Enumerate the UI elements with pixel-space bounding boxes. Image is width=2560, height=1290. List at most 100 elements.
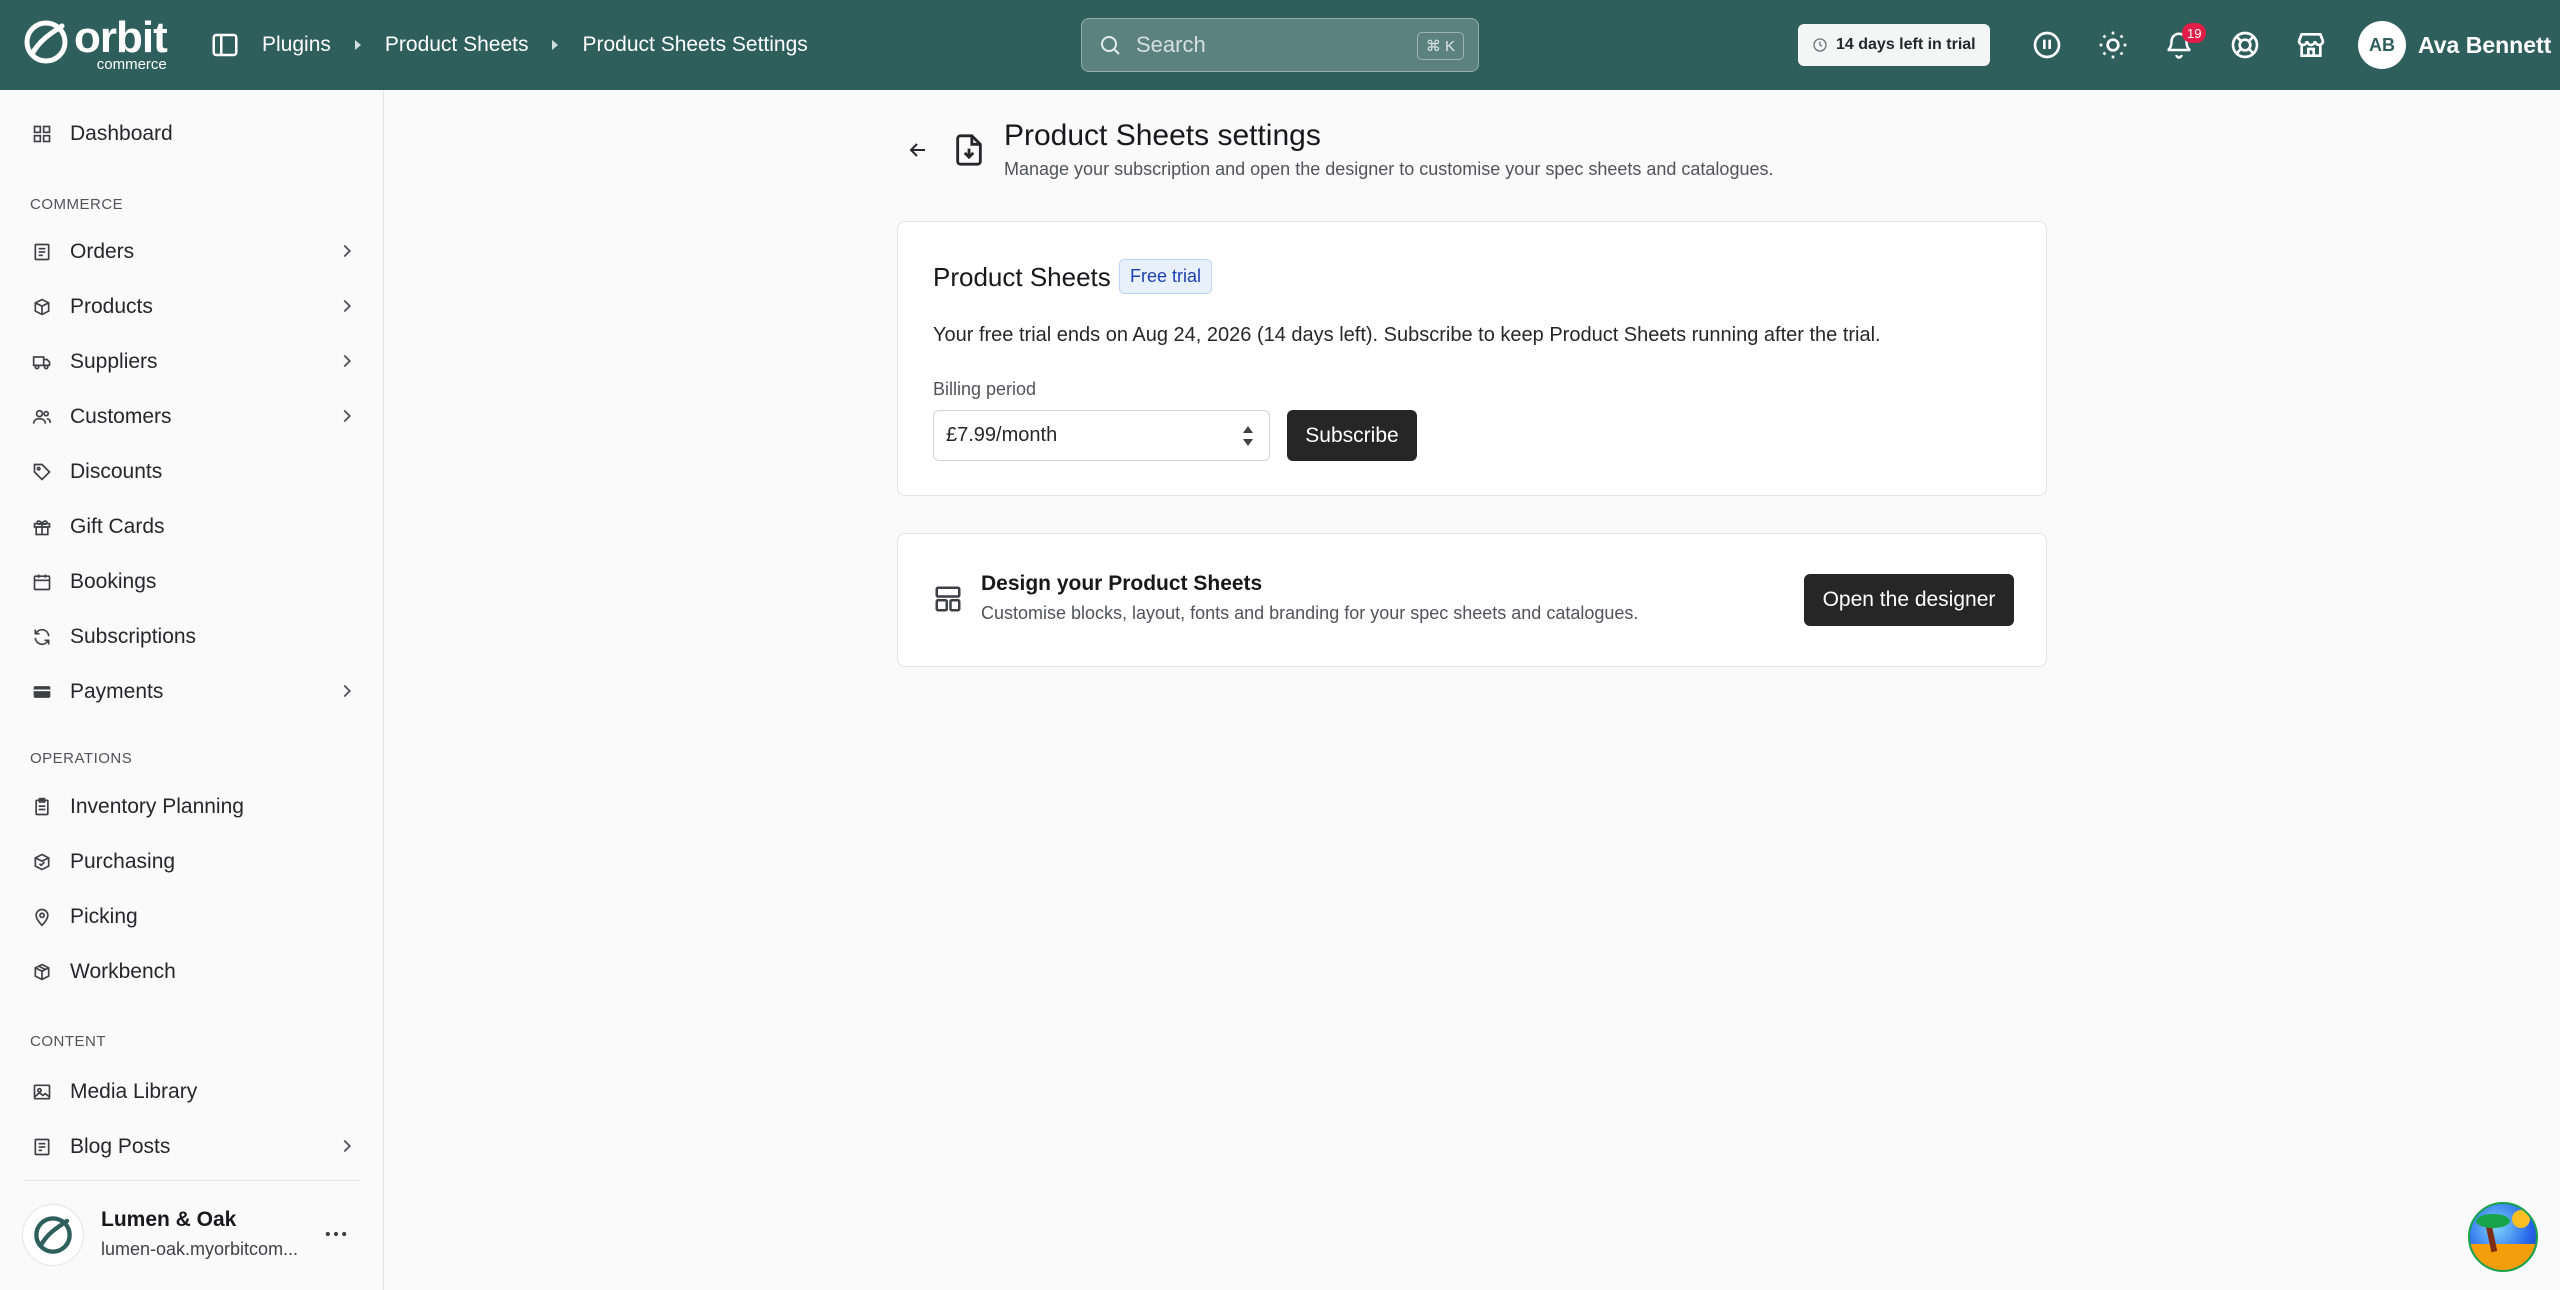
sidebar-item-dashboard[interactable]: Dashboard	[16, 110, 366, 158]
billing-period-value: £7.99/month	[946, 424, 1058, 446]
sidebar-toggle-button[interactable]	[208, 28, 242, 62]
truck-icon	[30, 350, 54, 374]
more-horizontal-icon	[325, 1231, 347, 1237]
sidebar-item-orders[interactable]: Orders	[16, 228, 366, 276]
subscribe-button[interactable]: Subscribe	[1287, 410, 1417, 461]
notifications-button[interactable]: 19	[2159, 23, 2207, 65]
alert-circle-icon	[2033, 31, 2061, 59]
notification-count-badge: 19	[2182, 23, 2207, 43]
breadcrumb-plugins[interactable]: Plugins	[262, 33, 331, 57]
sidebar-item-suppliers[interactable]: Suppliers	[16, 338, 366, 386]
trial-days-label: 14 days left in trial	[1836, 36, 1976, 53]
trial-info-text: Your free trial ends on Aug 24, 2026 (14…	[933, 324, 1881, 346]
sidebar-item-products[interactable]: Products	[16, 283, 366, 331]
sidebar-item-label: Bookings	[70, 570, 157, 593]
image-icon	[30, 1080, 54, 1104]
theme-toggle-button[interactable]	[2093, 25, 2133, 65]
assistant-sand-icon	[2470, 1244, 2536, 1270]
storefront-button[interactable]	[2291, 25, 2331, 65]
purchase-icon	[30, 850, 54, 874]
breadcrumb: Plugins Product Sheets Product Sheets Se…	[262, 0, 808, 90]
sidebar-item-inventory-planning[interactable]: Inventory Planning	[16, 783, 366, 831]
users-icon	[30, 405, 54, 429]
sidebar-item-label: Payments	[70, 680, 164, 703]
top-bar: orbit commerce Plugins Product Sheets Pr…	[0, 0, 2560, 90]
breadcrumb-separator-icon	[353, 39, 363, 51]
section-label-commerce: COMMERCE	[30, 196, 124, 213]
sidebar-item-blog-posts[interactable]: Blog Posts	[16, 1123, 366, 1171]
store-more-button[interactable]	[322, 1220, 350, 1253]
logo-subtext: commerce	[96, 56, 167, 73]
sidebar-item-label: Media Library	[70, 1080, 198, 1103]
gift-icon	[30, 515, 54, 539]
sidebar-item-purchasing[interactable]: Purchasing	[16, 838, 366, 886]
chevron-right-icon	[336, 405, 358, 427]
assistant-launcher-button[interactable]	[2468, 1202, 2538, 1272]
section-label-content: CONTENT	[30, 1033, 106, 1050]
sidebar-item-discounts[interactable]: Discounts	[16, 448, 366, 496]
sidebar-item-label: Products	[70, 295, 153, 318]
sidebar-item-customers[interactable]: Customers	[16, 393, 366, 441]
sidebar-item-payments[interactable]: Payments	[16, 668, 366, 716]
orders-icon	[30, 240, 54, 264]
sidebar-item-label: Blog Posts	[70, 1135, 171, 1158]
avatar: AB	[2358, 21, 2406, 69]
chevron-right-icon	[336, 1135, 358, 1157]
store-url: lumen-oak.myorbitcom...	[101, 1239, 299, 1259]
orbit-logo[interactable]: orbit commerce	[22, 16, 168, 73]
breadcrumb-separator-icon	[550, 39, 560, 51]
tag-icon	[30, 460, 54, 484]
chevron-right-icon	[336, 350, 358, 372]
clock-icon	[1812, 37, 1828, 53]
sidebar-item-workbench[interactable]: Workbench	[16, 948, 366, 996]
sun-icon	[2099, 31, 2127, 59]
subscription-card-title: Product Sheets	[933, 262, 1111, 292]
page-subtitle: Manage your subscription and open the de…	[1004, 159, 1774, 179]
sidebar-item-picking[interactable]: Picking	[16, 893, 366, 941]
designer-card-title: Design your Product Sheets	[981, 572, 1263, 595]
layout-icon	[933, 584, 963, 619]
sidebar-item-label: Orders	[70, 240, 135, 263]
search-input[interactable]	[1136, 32, 1386, 58]
billing-period-select[interactable]: £7.99/month	[933, 410, 1270, 461]
sidebar-item-subscriptions[interactable]: Subscriptions	[16, 613, 366, 661]
chevron-right-icon	[336, 680, 358, 702]
breadcrumb-product-sheets[interactable]: Product Sheets	[385, 33, 529, 57]
sidebar-item-label: Picking	[70, 905, 138, 928]
sidebar-item-label: Suppliers	[70, 350, 158, 373]
chevron-right-icon	[336, 240, 358, 262]
assistant-sun-icon	[2512, 1210, 2530, 1228]
sidebar-item-media-library[interactable]: Media Library	[16, 1068, 366, 1116]
feedback-button[interactable]	[2027, 25, 2067, 65]
user-menu[interactable]: AB Ava Bennett	[2358, 21, 2551, 69]
section-label-operations: OPERATIONS	[30, 750, 133, 767]
back-button[interactable]	[898, 134, 938, 166]
designer-card-subtitle: Customise blocks, layout, fonts and bran…	[981, 603, 1639, 623]
sidebar-panel-icon	[212, 33, 238, 57]
page-title: Product Sheets settings	[1004, 119, 1321, 152]
box-icon	[30, 295, 54, 319]
chevron-right-icon	[336, 295, 358, 317]
billing-period-label: Billing period	[933, 379, 1037, 399]
sidebar-item-gift-cards[interactable]: Gift Cards	[16, 503, 366, 551]
blog-icon	[30, 1135, 54, 1159]
designer-card: Design your Product Sheets Customise blo…	[897, 533, 2047, 667]
store-icon	[2297, 33, 2325, 57]
help-button[interactable]	[2225, 25, 2265, 65]
select-arrows-icon	[1241, 423, 1255, 449]
sidebar-item-bookings[interactable]: Bookings	[16, 558, 366, 606]
trial-days-badge[interactable]: 14 days left in trial	[1798, 24, 1990, 66]
status-badge: Free trial	[1119, 259, 1213, 294]
sidebar-item-label: Purchasing	[70, 850, 176, 873]
store-divider	[24, 1180, 360, 1181]
open-designer-button[interactable]: Open the designer	[1804, 574, 2014, 626]
store-name[interactable]: Lumen & Oak	[101, 1208, 236, 1232]
clipboard-icon	[30, 795, 54, 819]
search-shortcut: ⌘ K	[1416, 32, 1464, 60]
subscription-card: Product Sheets Free trial Your free tria…	[897, 221, 2047, 496]
store-logo	[22, 1204, 84, 1266]
dashboard-icon	[30, 122, 54, 146]
store-panel: Lumen & Oak lumen-oak.myorbitcom...	[0, 1180, 383, 1290]
search-box[interactable]: ⌘ K	[1081, 18, 1479, 72]
sidebar-item-label: Workbench	[70, 960, 176, 983]
